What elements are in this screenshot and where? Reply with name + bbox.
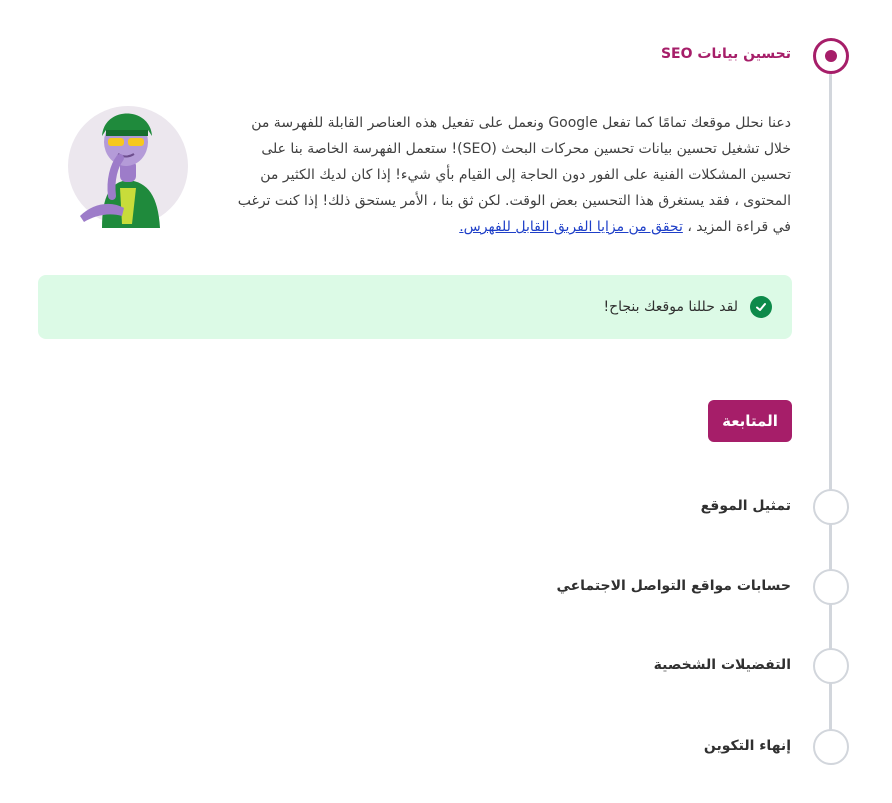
seo-description: دعنا نحلل موقعك تمامًا كما تفعل Google و… [237,115,791,235]
step-indicator-personal-preferences [813,648,849,684]
step-title-site-representation: تمثيل الموقع [700,498,791,514]
step-title-seo: تحسين بيانات SEO [660,46,791,62]
success-notice: لقد حللنا موقعك بنجاح! [38,275,792,339]
step-indicator-site-representation [813,489,849,525]
step-indicator-finish [813,729,849,765]
step-title-personal-preferences: التفضيلات الشخصية [653,657,791,673]
continue-button[interactable]: المتابعة [708,400,792,442]
mascot-illustration [68,106,188,228]
success-message: لقد حللنا موقعك بنجاح! [603,299,738,315]
step-indicator-social-profiles [813,569,849,605]
step-title-social-profiles: حسابات مواقع التواصل الاجتماعي [556,578,791,594]
step-indicator-seo [813,38,849,74]
indexables-link[interactable]: تحقق من مزايا الفريق القابل للفهرس. [459,219,683,235]
check-circle-icon [750,296,772,318]
step-title-finish: إنهاء التكوين [703,738,791,754]
